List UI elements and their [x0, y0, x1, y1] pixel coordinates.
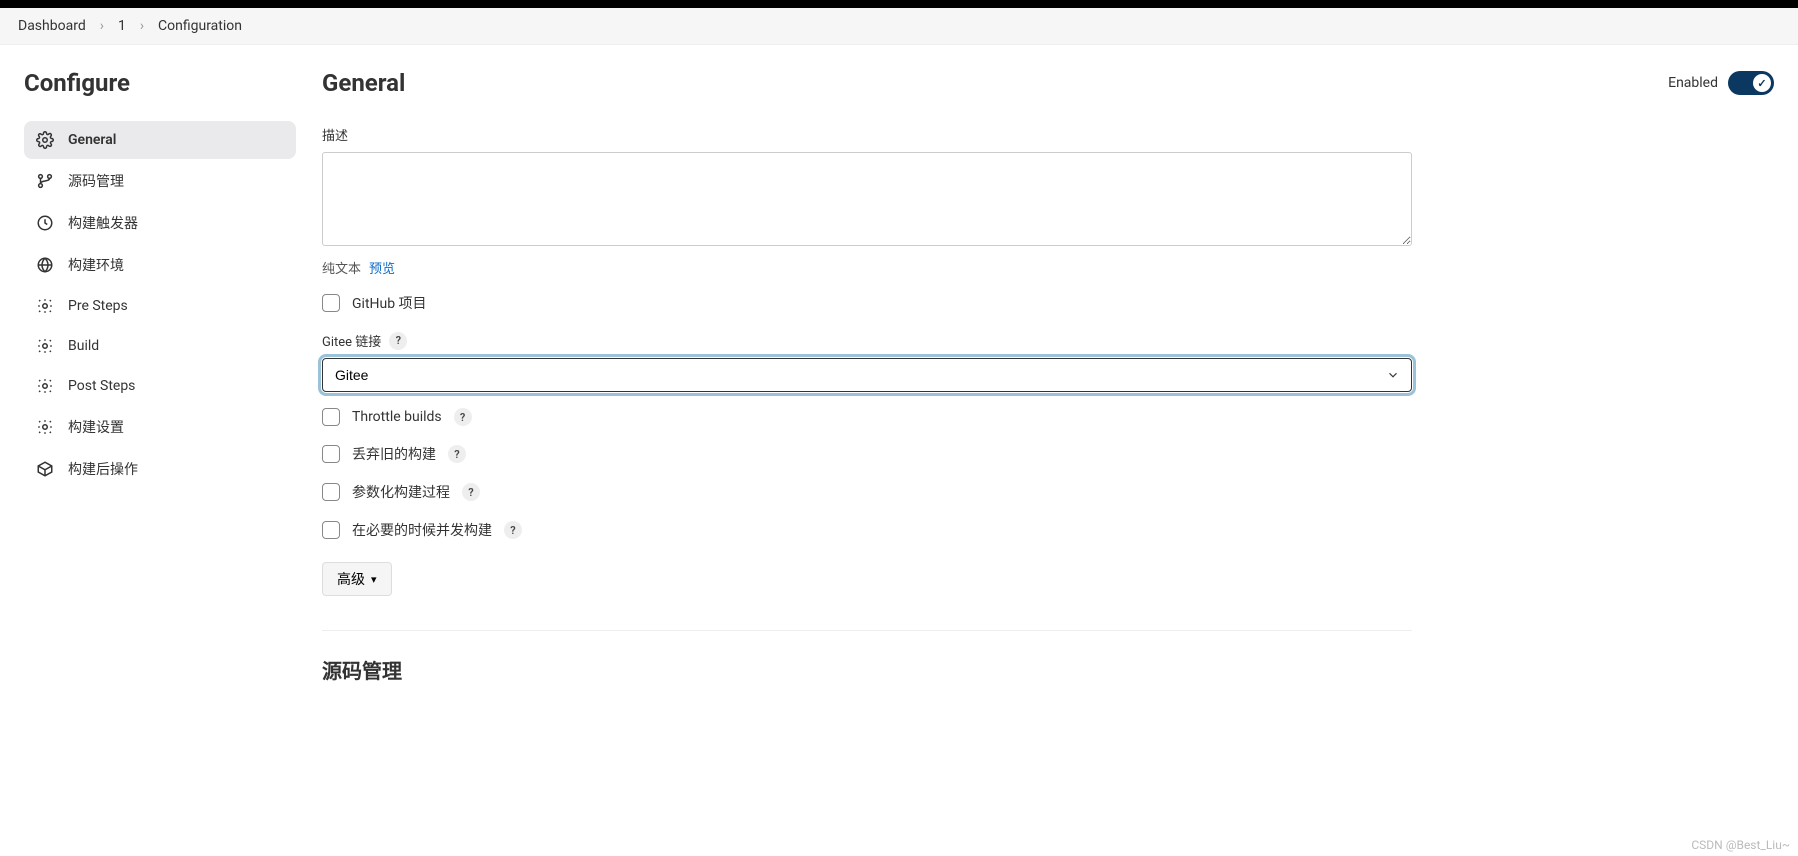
clock-icon: [36, 214, 54, 232]
concurrent-checkbox[interactable]: [322, 521, 340, 539]
format-plain-text: 纯文本: [322, 258, 361, 277]
sidebar-title: Configure: [24, 69, 296, 97]
sidebar-item-label: 构建设置: [68, 417, 124, 437]
gear-icon: [36, 131, 54, 149]
param-label[interactable]: 参数化构建过程: [352, 482, 450, 502]
chevron-right-icon: ›: [140, 18, 144, 34]
concurrent-label[interactable]: 在必要的时候并发构建: [352, 520, 492, 540]
help-icon[interactable]: ?: [462, 483, 480, 501]
enabled-toggle-wrap: Enabled ✓: [1668, 71, 1774, 95]
breadcrumb-item-job[interactable]: 1: [118, 18, 126, 34]
gitee-select-wrap: Gitee: [322, 358, 1412, 392]
description-textarea[interactable]: [322, 152, 1412, 246]
sidebar-item-scm[interactable]: 源码管理: [24, 161, 296, 201]
concurrent-row: 在必要的时候并发构建 ?: [322, 520, 1774, 540]
scm-section-title: 源码管理: [322, 655, 1774, 684]
sidebar-item-triggers[interactable]: 构建触发器: [24, 203, 296, 243]
box-icon: [36, 460, 54, 478]
window-topbar: [0, 0, 1798, 8]
sidebar-item-label: 构建后操作: [68, 459, 138, 479]
advanced-label: 高级: [337, 569, 365, 589]
help-icon[interactable]: ?: [389, 332, 407, 350]
sidebar: Configure General 源码管理 构建触发器: [0, 45, 310, 722]
breadcrumb-item-configuration[interactable]: Configuration: [158, 18, 242, 34]
main-content: General Enabled ✓ 描述 纯文本 预览 GitHub 项目 Gi…: [310, 45, 1798, 722]
chevron-down-icon: ▾: [371, 573, 377, 586]
param-row: 参数化构建过程 ?: [322, 482, 1774, 502]
breadcrumb: Dashboard › 1 › Configuration: [0, 8, 1798, 45]
throttle-checkbox[interactable]: [322, 408, 340, 426]
sidebar-item-build-settings[interactable]: 构建设置: [24, 407, 296, 447]
throttle-row: Throttle builds ?: [322, 408, 1774, 426]
gitee-group: Gitee 链接 ? Gitee: [322, 331, 1774, 392]
description-label: 描述: [322, 125, 1774, 144]
sidebar-item-label: 源码管理: [68, 171, 124, 191]
sidebar-item-build[interactable]: Build: [24, 327, 296, 365]
sidebar-item-label: Post Steps: [68, 378, 135, 394]
gitee-select[interactable]: Gitee: [322, 358, 1412, 392]
help-icon[interactable]: ?: [448, 445, 466, 463]
throttle-label[interactable]: Throttle builds: [352, 409, 442, 425]
enabled-toggle[interactable]: ✓: [1728, 71, 1774, 95]
branch-icon: [36, 172, 54, 190]
watermark: CSDN @Best_Liu~: [1691, 838, 1790, 852]
sidebar-item-label: 构建触发器: [68, 213, 138, 233]
sidebar-item-post-steps[interactable]: Post Steps: [24, 367, 296, 405]
github-project-checkbox[interactable]: [322, 294, 340, 312]
discard-checkbox[interactable]: [322, 445, 340, 463]
gear-icon: [36, 377, 54, 395]
sidebar-item-post-build[interactable]: 构建后操作: [24, 449, 296, 489]
section-divider: [322, 630, 1412, 631]
description-format-row: 纯文本 预览: [322, 258, 1774, 277]
discard-label[interactable]: 丢弃旧的构建: [352, 444, 436, 464]
discard-row: 丢弃旧的构建 ?: [322, 444, 1774, 464]
gear-icon: [36, 337, 54, 355]
breadcrumb-item-dashboard[interactable]: Dashboard: [18, 18, 86, 34]
sidebar-item-pre-steps[interactable]: Pre Steps: [24, 287, 296, 325]
sidebar-item-label: Pre Steps: [68, 298, 128, 314]
gear-icon: [36, 297, 54, 315]
gitee-label: Gitee 链接: [322, 331, 381, 350]
format-preview-link[interactable]: 预览: [369, 258, 395, 277]
help-icon[interactable]: ?: [504, 521, 522, 539]
gitee-label-row: Gitee 链接 ?: [322, 331, 1774, 350]
sidebar-nav: General 源码管理 构建触发器 构建环境: [24, 121, 296, 489]
sidebar-item-label: Build: [68, 338, 99, 354]
github-project-row: GitHub 项目: [322, 293, 1774, 313]
advanced-button[interactable]: 高级 ▾: [322, 562, 392, 596]
check-icon: ✓: [1753, 74, 1771, 92]
description-group: 描述 纯文本 预览: [322, 125, 1774, 277]
help-icon[interactable]: ?: [454, 408, 472, 426]
github-project-label[interactable]: GitHub 项目: [352, 293, 427, 313]
param-checkbox[interactable]: [322, 483, 340, 501]
sidebar-item-label: 构建环境: [68, 255, 124, 275]
gear-icon: [36, 418, 54, 436]
enabled-label: Enabled: [1668, 75, 1718, 91]
sidebar-item-label: General: [68, 132, 116, 148]
main-header: General Enabled ✓: [322, 69, 1774, 97]
sidebar-item-general[interactable]: General: [24, 121, 296, 159]
globe-icon: [36, 256, 54, 274]
sidebar-item-environment[interactable]: 构建环境: [24, 245, 296, 285]
chevron-right-icon: ›: [100, 18, 104, 34]
page-title: General: [322, 69, 405, 97]
